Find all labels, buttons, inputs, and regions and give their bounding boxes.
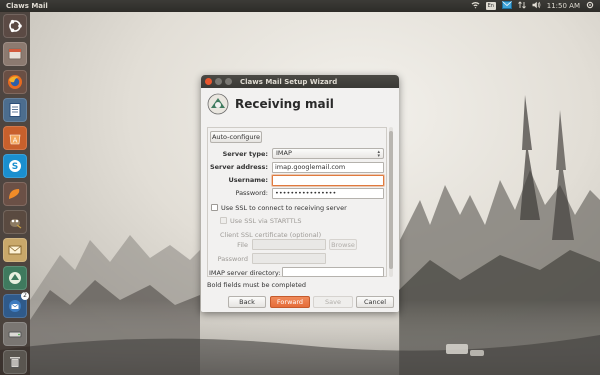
form-frame: Auto-configure Server type: IMAP ▴ ▾ Serv… [207,127,387,277]
server-address-field[interactable]: imap.googlemail.com [272,162,384,173]
page-heading: Receiving mail [235,97,334,111]
launcher: A S 2 [0,12,30,375]
use-ssl-checkbox[interactable] [211,204,218,211]
cert-file-field[interactable] [252,239,326,250]
mail-indicator-icon[interactable] [501,1,512,11]
imap-dir-label: IMAP server directory: [209,269,281,277]
indicator-area: En 11:50 AM [471,1,594,11]
minimize-icon[interactable] [215,78,222,85]
wifi-icon[interactable] [471,1,480,11]
server-type-label: Server type: [222,150,268,158]
client-cert-label: Client SSL certificate (optional) [220,231,322,239]
forward-button[interactable]: Forward [270,296,310,308]
close-icon[interactable] [205,78,212,85]
setup-wizard-dialog: Claws Mail Setup Wizard Receiving mail A… [201,75,399,312]
volume-icon[interactable] [532,1,541,11]
server-type-value: IMAP [276,149,292,157]
cert-password-field[interactable] [252,253,326,264]
auto-configure-button[interactable]: Auto-configure [210,131,262,143]
starttls-label: Use SSL via STARTTLS [230,217,302,225]
password-field[interactable]: •••••••••••••••• [272,188,384,199]
imap-dir-field[interactable] [282,267,384,277]
form-area: Auto-configure Server type: IMAP ▴ ▾ Serv… [207,127,393,277]
unread-badge: 2 [21,292,29,300]
wizard-header: Receiving mail [201,88,399,119]
clock-label[interactable]: 11:50 AM [547,2,580,10]
orange-app-icon[interactable] [3,182,27,206]
top-panel: Claws Mail En 11:50 AM [0,0,600,12]
save-button[interactable]: Save [313,296,353,308]
active-app-title: Claws Mail [6,2,48,10]
drive-icon[interactable] [3,322,27,346]
maximize-icon[interactable] [225,78,232,85]
mail-stack-icon[interactable] [3,238,27,262]
browse-button[interactable]: Browse [329,239,357,250]
software-center-icon[interactable]: A [3,126,27,150]
cancel-button[interactable]: Cancel [356,296,394,308]
skype-icon[interactable]: S [3,154,27,178]
dialog-titlebar[interactable]: Claws Mail Setup Wizard [201,75,399,88]
dialog-title: Claws Mail Setup Wizard [240,77,338,86]
select-arrows-icon: ▴ ▾ [377,149,380,159]
gimp-icon[interactable] [3,210,27,234]
power-gear-icon[interactable] [586,1,594,11]
claws-mail-logo-icon [207,93,229,115]
password-label: Password: [235,189,268,197]
back-button[interactable]: Back [228,296,266,308]
username-field[interactable] [272,175,384,186]
server-type-select[interactable]: IMAP ▴ ▾ [272,148,384,159]
firefox-icon[interactable] [3,70,27,94]
username-label: Username: [228,176,268,184]
use-ssl-label: Use SSL to connect to receiving server [221,204,347,212]
cert-file-label: File [237,241,248,249]
trash-icon[interactable] [3,350,27,374]
bold-fields-note: Bold fields must be completed [207,281,307,289]
scrollbar-thumb[interactable] [389,131,393,269]
server-address-label: Server address: [209,163,268,171]
thunderbird-icon[interactable]: 2 [3,292,29,318]
ubuntu-dash-icon[interactable] [3,14,27,38]
libreoffice-writer-icon[interactable] [3,98,27,122]
cert-password-label: Password [217,255,248,263]
keyboard-layout-indicator[interactable]: En [485,2,496,10]
form-scrollbar[interactable] [389,127,393,277]
files-icon[interactable] [3,42,27,66]
starttls-checkbox[interactable] [220,217,227,224]
network-transfer-icon[interactable] [517,1,526,11]
svg-text:A: A [13,137,18,145]
claws-mail-icon[interactable] [3,266,27,290]
svg-text:S: S [12,162,18,172]
